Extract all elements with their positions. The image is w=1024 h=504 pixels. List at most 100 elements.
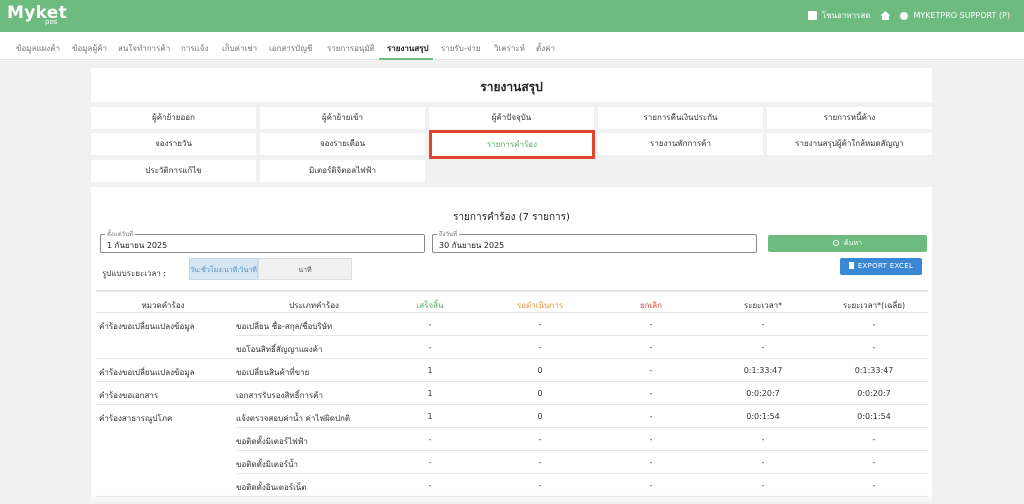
report-outstanding-debt-button[interactable]: รายการหนี้ค้าง xyxy=(767,107,932,129)
cell-pending: - xyxy=(538,481,542,490)
report-deposit-refund-button[interactable]: รายการคืนเงินประกัน xyxy=(598,107,763,129)
report-current-vendors-button[interactable]: ผู้ค้าปัจจุบัน xyxy=(429,107,594,129)
report-daily-booking-button[interactable]: จองรายวัน xyxy=(91,133,256,155)
report-monthly-booking-button[interactable]: จองรายเดือน xyxy=(260,133,425,155)
cell-done: - xyxy=(428,458,432,467)
cell-duration-avg: - xyxy=(872,343,876,352)
table-row: คำร้องขอเปลี่ยนแปลงข้อมูล ขอเปลี่ยนสินค้า… xyxy=(96,359,928,382)
cell-done: 1 xyxy=(427,366,433,375)
cell-done: - xyxy=(428,343,432,352)
cell-cancelled: - xyxy=(649,412,653,421)
report-expiring-contracts-button[interactable]: รายงานสรุปผู้ค้าใกล้หมดสัญญา xyxy=(767,133,932,155)
home-icon[interactable] xyxy=(880,11,891,20)
tab-income-expense[interactable]: รายรับ-จ่าย xyxy=(441,42,481,55)
cell-category: คำร้องขอเอกสาร xyxy=(99,391,159,400)
tab-rent-collection[interactable]: เก็บค่าเช่า xyxy=(222,42,257,55)
tab-summary-report[interactable]: รายงานสรุป xyxy=(387,42,429,55)
search-icon xyxy=(832,240,839,246)
cell-cancelled: - xyxy=(649,458,653,467)
report-digital-meter-button[interactable]: มิเตอร์ดิจิตอลไฟฟ้า xyxy=(260,160,425,182)
cell-duration-avg: - xyxy=(872,435,876,444)
cell-cancelled: - xyxy=(649,435,653,444)
col-type: ประเภทคำร้อง xyxy=(289,301,339,310)
col-duration: ระยะเวลา* xyxy=(743,301,783,310)
cell-type: ขอเปลี่ยนสินค้าที่ขาย xyxy=(236,368,310,377)
cell-duration: - xyxy=(761,320,765,329)
cell-type: ขอติดตั้งมิเตอร์น้ำ xyxy=(236,460,299,469)
cell-pending: 0 xyxy=(537,366,543,375)
cell-duration-avg: - xyxy=(872,320,876,329)
tab-approvals[interactable]: รายการอนุมัติ xyxy=(327,42,375,55)
start-date-value: 1 กันยายน 2025 xyxy=(107,241,168,250)
cell-duration: 0:1:33:47 xyxy=(743,366,783,375)
start-date-label: ตั้งแต่วันที่ xyxy=(105,229,136,239)
cell-cancelled: - xyxy=(649,389,653,398)
table-row: คำร้องขอเอกสาร เอกสารรับรองสิทธิ์การค้า 1 0… xyxy=(96,382,928,405)
col-cancelled: ยกเลิก xyxy=(639,301,663,310)
cell-duration-avg: - xyxy=(872,458,876,467)
report-edit-history-button[interactable]: ประวัติการแก้ไข xyxy=(91,160,256,182)
tab-accounting-docs[interactable]: เอกสารบัญชี xyxy=(269,42,312,55)
tab-stalls[interactable]: ข้อมูลแผงค้า xyxy=(16,42,60,55)
cell-duration: 0:0:1:54 xyxy=(746,412,780,421)
report-requests-button[interactable]: รายการคำร้อง xyxy=(429,130,595,159)
requests-title: รายการคำร้อง (7 รายการ) xyxy=(453,212,570,223)
top-bar-actions: โชนอาหารสด MYKETPRO SUPPORT (P) xyxy=(807,9,1010,22)
cell-cancelled: - xyxy=(649,320,653,329)
cell-type: ขอติดตั้งมิเตอร์ไฟฟ้า xyxy=(236,437,308,446)
col-category: หมวดคำร้อง xyxy=(141,301,185,310)
cell-cancelled: - xyxy=(649,366,653,375)
cell-done: - xyxy=(428,481,432,490)
cell-pending: - xyxy=(538,343,542,352)
table-row: ขอติดตั้งมิเตอร์น้ำ - - - - - xyxy=(96,451,928,474)
cell-duration: - xyxy=(761,343,765,352)
cell-pending: - xyxy=(538,458,542,467)
file-icon xyxy=(848,262,854,269)
cell-duration-avg: - xyxy=(872,481,876,490)
table-row: ขอติดตั้งมิเตอร์ไฟฟ้า - - - - - xyxy=(96,428,928,451)
time-format-dhms-option[interactable]: วัน:ชั่วโมง:นาที:วินาที xyxy=(189,258,258,280)
tab-interested[interactable]: สนใจทำการค้า xyxy=(118,42,170,55)
end-date-field[interactable]: ถึงวันที่ 30 กันยายน 2025 xyxy=(432,229,757,253)
tab-vendors[interactable]: ข้อมูลผู้ค้า xyxy=(72,42,107,55)
time-format-minutes-option[interactable]: นาที xyxy=(258,258,352,280)
table-header: หมวดคำร้อง ประเภทคำร้อง เสร็จสิ้น รอดำเน… xyxy=(96,290,928,313)
cell-pending: - xyxy=(538,435,542,444)
cell-pending: 0 xyxy=(537,412,543,421)
tab-settings[interactable]: ตั้งค่า xyxy=(536,42,555,55)
cell-duration: 0:0:20:7 xyxy=(746,389,780,398)
cell-type: ขอเปลี่ยน ชื่อ-สกุล/ชื่อบริษัท xyxy=(236,322,333,331)
report-title-panel: รายงานสรุป xyxy=(91,68,932,102)
user-menu[interactable]: MYKETPRO SUPPORT (P) xyxy=(900,11,1010,20)
cell-pending: - xyxy=(538,320,542,329)
cell-done: - xyxy=(428,320,432,329)
app-logo[interactable]: Myket xyxy=(7,3,67,23)
end-date-value: 30 กันยายน 2025 xyxy=(439,241,505,250)
search-button[interactable]: ค้นหา xyxy=(768,235,927,252)
user-label: MYKETPRO SUPPORT (P) xyxy=(913,11,1010,20)
cell-type: ขอติดตั้งอินเตอร์เน็ต xyxy=(236,483,307,492)
export-excel-button[interactable]: EXPORT EXCEL xyxy=(840,258,922,275)
cell-done: 1 xyxy=(427,412,433,421)
cell-duration: - xyxy=(761,481,765,490)
export-excel-label: EXPORT EXCEL xyxy=(857,262,914,270)
report-movers-in-button[interactable]: ผู้ค้าย้ายเข้า xyxy=(260,107,425,129)
cell-type: แจ้งตรวจสอบค่าน้ำ ค่าไฟผิดปกติ xyxy=(236,414,351,423)
start-date-field[interactable]: ตั้งแต่วันที่ 1 กันยายน 2025 xyxy=(100,229,425,253)
search-button-label: ค้นหา xyxy=(843,239,862,247)
tab-notifications[interactable]: การแจ้ง xyxy=(181,42,208,55)
store-label: โชนอาหารสด xyxy=(821,11,871,20)
cell-cancelled: - xyxy=(649,343,653,352)
tab-analysis[interactable]: วิเคราะห์ xyxy=(494,42,525,55)
top-bar: Myket pos โชนอาหารสด MYKETPRO SUPPORT (P… xyxy=(0,0,1024,32)
cell-type: เอกสารรับรองสิทธิ์การค้า xyxy=(236,391,323,400)
report-trade-suspension-button[interactable]: รายงานพักการค้า xyxy=(598,133,763,155)
scroll-fade xyxy=(91,494,932,504)
report-movers-out-button[interactable]: ผู้ค้าย้ายออก xyxy=(91,107,256,129)
cell-category: คำร้องสาธารณูปโภค xyxy=(99,414,173,423)
user-icon xyxy=(900,11,909,20)
cell-category: คำร้องขอเปลี่ยนแปลงข้อมูล xyxy=(99,322,195,331)
table-row: คำร้องขอเปลี่ยนแปลงข้อมูล ขอเปลี่ยน ชื่อ-… xyxy=(96,313,928,336)
store-link[interactable]: โชนอาหารสด xyxy=(807,9,871,22)
page-title: รายงานสรุป xyxy=(480,80,543,94)
